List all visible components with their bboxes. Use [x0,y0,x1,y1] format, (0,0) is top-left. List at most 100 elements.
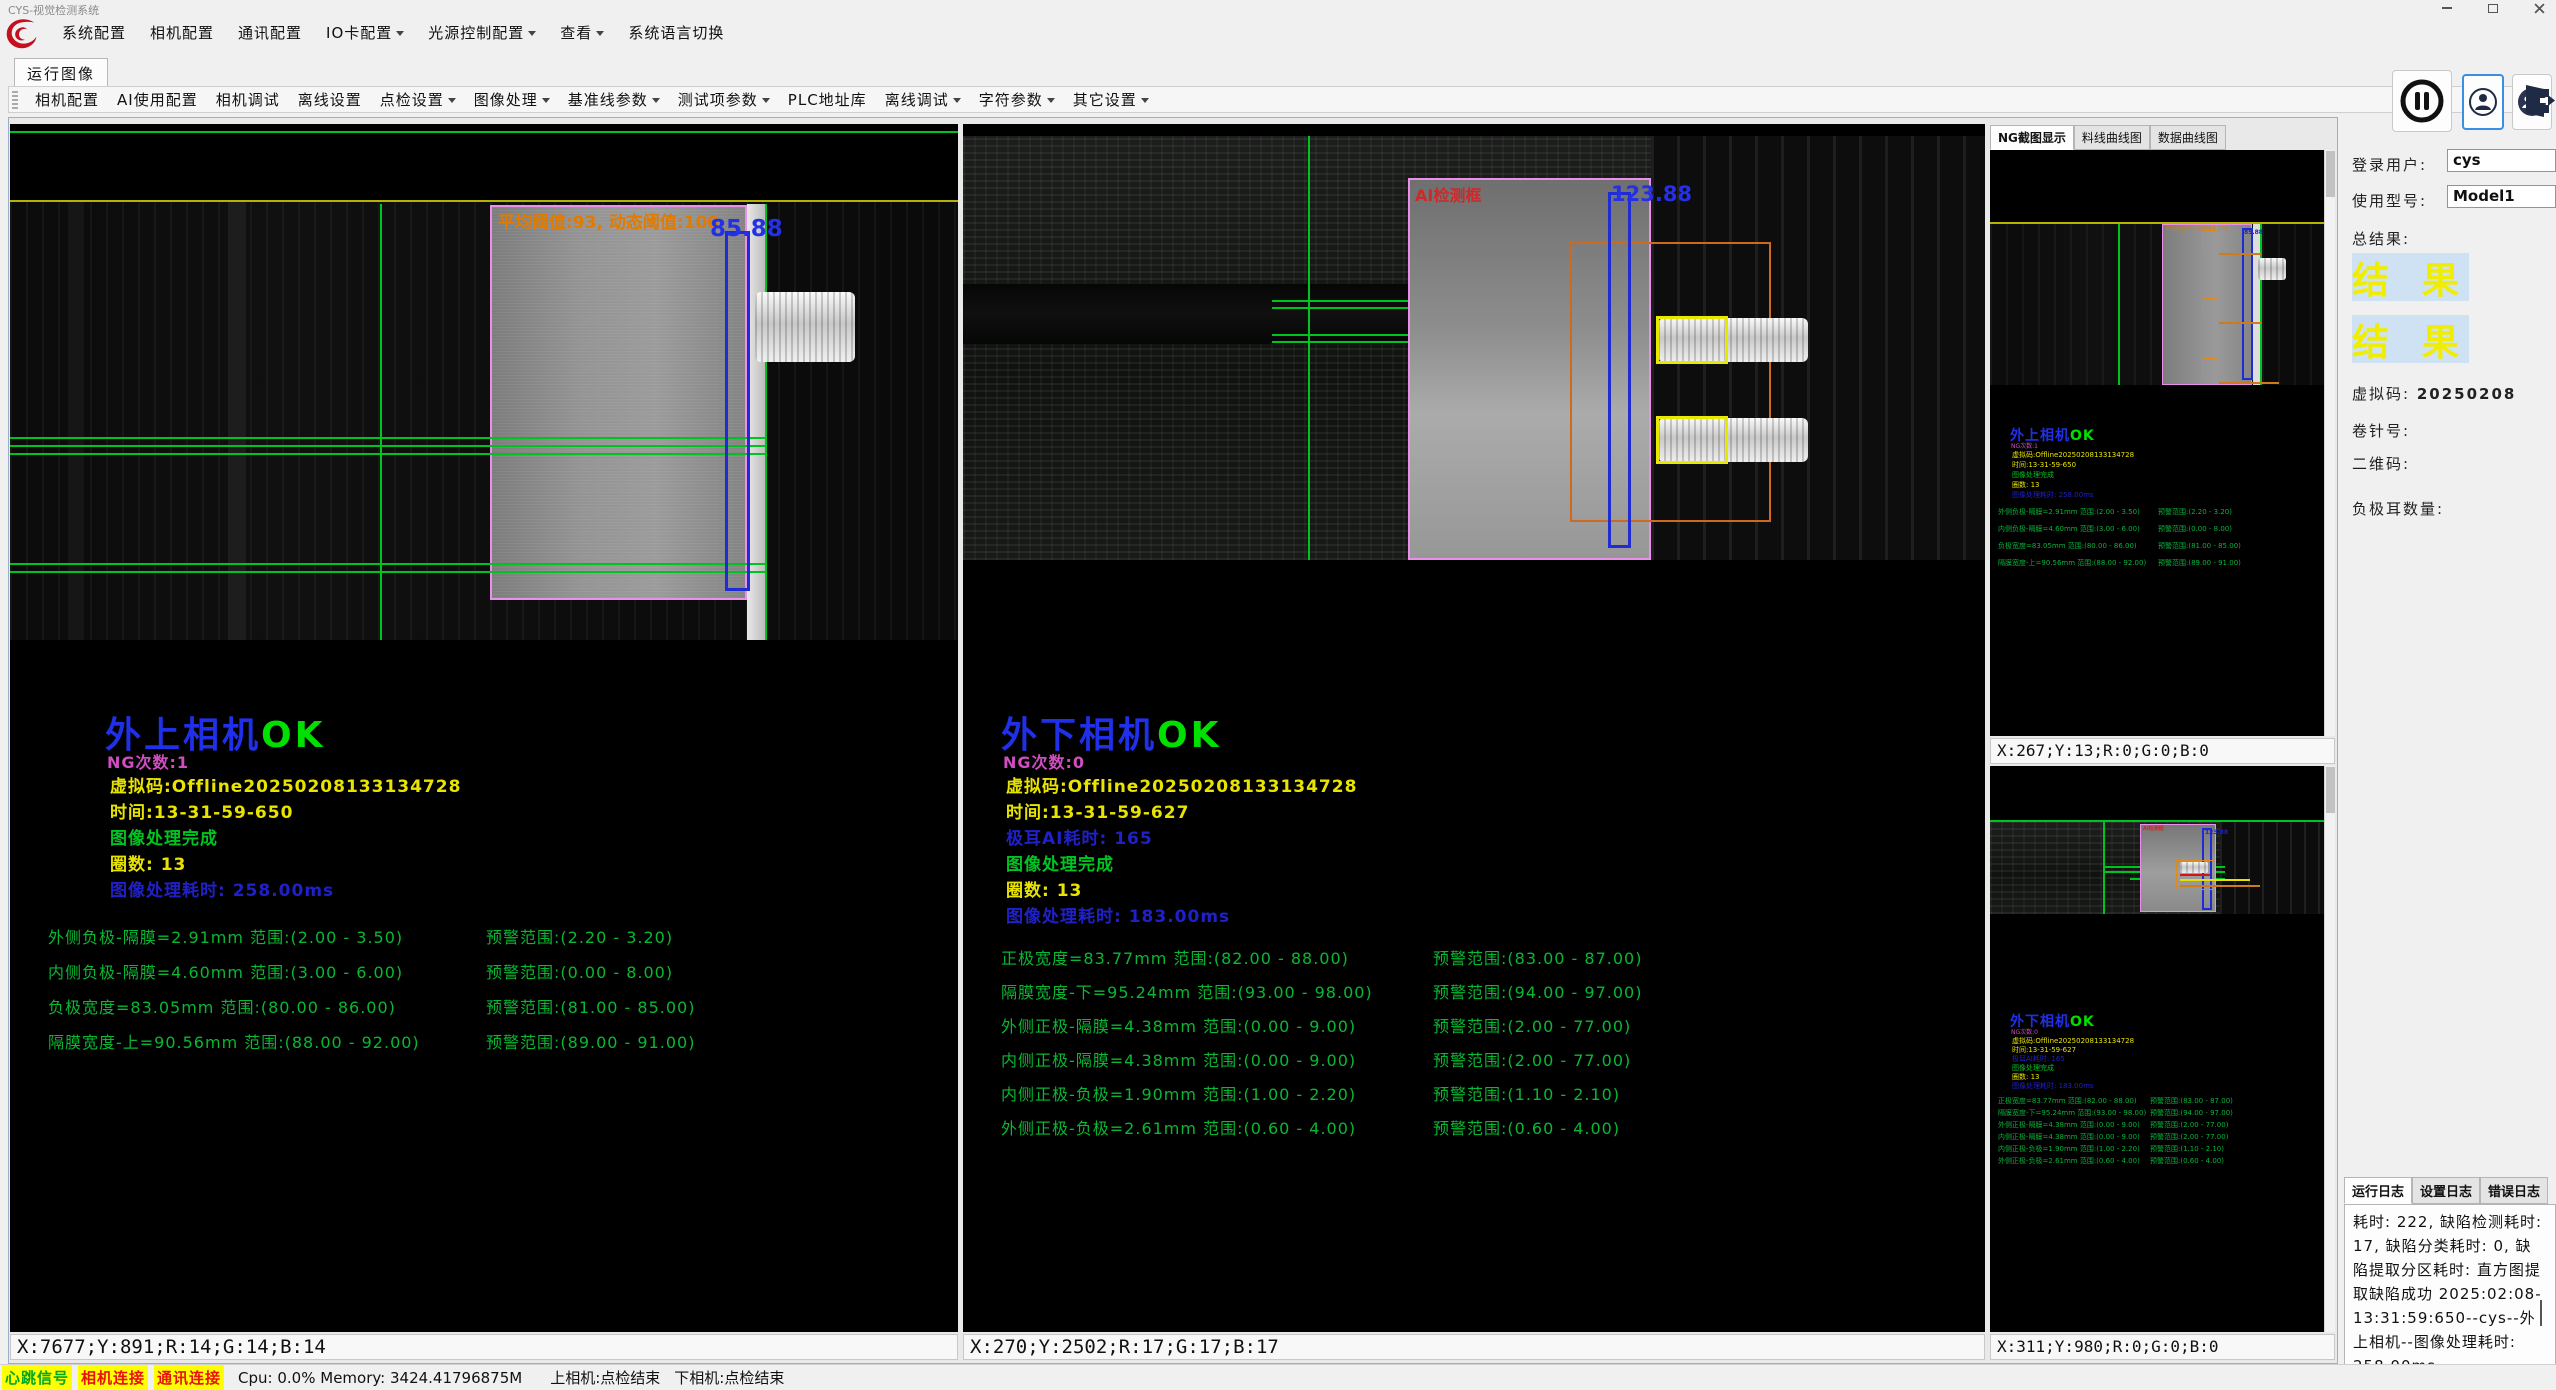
menu-item-system-config[interactable]: 系统配置 [52,18,136,47]
virtual-code-label: 虚拟码: 20250208 [2352,383,2516,404]
login-user-field[interactable]: cys [2447,149,2556,172]
log-tab-settings[interactable]: 设置日志 [2412,1177,2480,1204]
toolbar-item-baseline-params[interactable]: 基准线参数 [559,87,669,112]
log-text-area[interactable]: 耗时: 222, 缺陷检测耗时: 17, 缺陷分类耗时: 0, 缺陷提取分区耗时… [2344,1204,2556,1386]
toolbar-item-offline-settings[interactable]: 离线设置 [289,87,371,112]
menu-item-view[interactable]: 查看 [550,18,614,47]
measure-hline [10,445,766,447]
pause-button[interactable] [2392,70,2452,132]
qr-code-label: 二维码: [2352,453,2410,474]
measure-hline [10,571,766,573]
camera-top-view[interactable]: 平均阈值:93, 动态阈值:100 85.88 外上相机OK NG次数:1 虚拟… [10,124,958,1332]
process-done-line: 图像处理完成 [1006,850,1114,875]
ng-count: NG次数:1 [107,749,189,773]
close-icon [2534,3,2545,14]
image-column-shade [68,202,84,640]
measurement-warn: 预警范围:(2.00 - 77.00) [1433,1047,1631,1071]
toolbar-item-other-settings[interactable]: 其它设置 [1064,87,1158,112]
model-label: 使用型号: [2352,190,2427,211]
title-bar: CYS-视觉检测系统 [0,0,2556,16]
preview-bottom-panel[interactable]: AI检测框 123.88 外下相机OK NG次数:0 虚拟码:Offline20… [1990,766,2335,1332]
toolbar-item-test-item-params[interactable]: 测试项参数 [669,87,779,112]
toolbar-item-offline-debug[interactable]: 离线调试 [876,87,970,112]
toolbar-item-plc-address-lib[interactable]: PLC地址库 [779,87,876,112]
toolbar-item-ai-usage-config[interactable]: AI使用配置 [108,87,207,112]
toolbar-item-camera-debug[interactable]: 相机调试 [207,87,289,112]
toolbar-item-camera-config[interactable]: 相机配置 [26,87,108,112]
tab-run-image[interactable]: 运行图像 [14,58,108,87]
mini-measurement: 预警范围:(2.20 - 3.20) [2158,507,2232,517]
logout-button[interactable] [2522,70,2556,132]
mini-line-done: 图像处理完成 [2012,470,2054,480]
user-button[interactable] [2462,74,2504,130]
mini-measurement: 内侧正极-隔膜=4.38mm 范围:(0.00 - 9.00) [1998,1132,2140,1142]
toolbar-item-label: 其它设置 [1073,91,1137,109]
menu-item-comm-config[interactable]: 通讯配置 [228,18,312,47]
chevron-down-icon [953,98,961,103]
mini-camera-result: OK [2070,428,2095,444]
toolbar-item-spot-check-settings[interactable]: 点检设置 [371,87,465,112]
virtual-code-line: 虚拟码:Offline20250208133134728 [110,772,461,797]
mini-line-cost: 图像处理耗时: 183.00ms [2012,1081,2094,1091]
menu-item-label: IO卡配置 [326,24,392,42]
separator-strip [490,205,747,600]
maximize-button[interactable] [2482,1,2504,15]
mini-electrode-tab [2258,258,2286,280]
measurement-text: 外侧正极-负极=2.61mm 范围:(0.60 - 4.00) [1001,1115,1356,1139]
preview-tab-ng-screenshot[interactable]: NG截图显示 [1990,125,2074,150]
measurement-text: 外侧正极-隔膜=4.38mm 范围:(0.00 - 9.00) [1001,1013,1356,1037]
chevron-down-icon [1047,98,1055,103]
mini-line-cost: 图像处理耗时: 258.00ms [2012,490,2094,500]
toolbar-item-char-params[interactable]: 字符参数 [970,87,1064,112]
cpu-memory-status: Cpu: 0.0% Memory: 3424.41796875M [238,1369,522,1387]
menu-items: 系统配置 相机配置 通讯配置 IO卡配置 光源控制配置 查看 系统语言切换 [52,18,734,47]
tab-detect-box [1656,316,1728,364]
close-button[interactable] [2528,1,2550,15]
toolbar-item-image-processing[interactable]: 图像处理 [465,87,559,112]
menu-item-camera-config[interactable]: 相机配置 [140,18,224,47]
model-field[interactable]: Model1 [2447,185,2556,208]
menu-item-language-switch[interactable]: 系统语言切换 [618,18,734,47]
measurement-text: 内侧正极-隔膜=4.38mm 范围:(0.00 - 9.00) [1001,1047,1356,1071]
toolbar: 相机配置 AI使用配置 相机调试 离线设置 点检设置 图像处理 基准线参数 测试… [8,86,2548,113]
user-icon [2467,86,2499,118]
measurement-text: 外侧负极-隔膜=2.91mm 范围:(2.00 - 3.50) [48,924,403,948]
menu-item-io-card-config[interactable]: IO卡配置 [316,18,414,47]
preview-scrollbar[interactable] [2324,150,2335,736]
detect-region-box [725,231,750,591]
measurement-text: 隔膜宽度-下=95.24mm 范围:(93.00 - 98.00) [1001,979,1373,1003]
edge-vline [1308,136,1310,560]
mini-line-code: 虚拟码:Offline20250208133134728 [2012,450,2134,460]
menu-item-light-control-config[interactable]: 光源控制配置 [418,18,546,47]
camera-bottom-view[interactable]: AI检测框 123.88 外下相机OK NG次数:0 虚拟码:Offline20… [963,124,1985,1332]
preview-bottom-coord: X:311;Y:980;R:0;G:0;B:0 [1990,1334,2335,1360]
measure-hline [10,437,766,439]
log-scrollbar-thumb[interactable] [2540,1300,2542,1326]
mini-measurement: 外侧正极-隔膜=4.38mm 范围:(0.00 - 9.00) [1998,1120,2140,1130]
log-tab-error[interactable]: 错误日志 [2480,1177,2548,1204]
preview-tab-line-curve[interactable]: 料线曲线图 [2074,125,2150,150]
chevron-down-icon [1141,98,1149,103]
log-tab-run[interactable]: 运行日志 [2344,1177,2412,1204]
camera-result: OK [261,715,326,756]
scrollbar-thumb[interactable] [2326,767,2335,813]
measure-hline [10,453,766,455]
preview-tab-data-curve[interactable]: 数据曲线图 [2150,125,2226,150]
scrollbar-thumb[interactable] [2326,151,2335,197]
preview-scrollbar[interactable] [2324,766,2335,1332]
time-line: 时间:13-31-59-650 [110,798,293,823]
mini-red-line [2180,874,2210,876]
mini-ng-count: NG次数:1 [2011,441,2038,450]
preview-top-panel[interactable]: 平均阈值:93, 动态阈值:100 85.88 外上相机OK NG次数:1 虚拟… [1990,150,2335,736]
virtual-code-line: 虚拟码:Offline20250208133134728 [1006,772,1357,797]
negative-tab-count-label: 负极耳数量: [2352,498,2444,519]
mini-measurement: 预警范围:(2.00 - 77.00) [2150,1132,2228,1142]
mini-measurement: 内侧负极-隔膜=4.60mm 范围:(3.00 - 6.00) [1998,524,2140,534]
chevron-down-icon [396,31,404,36]
chevron-down-icon [762,98,770,103]
mini-measurement: 内侧正极-负极=1.90mm 范围:(1.00 - 2.20) [1998,1144,2140,1154]
minimize-button[interactable] [2436,1,2458,15]
mini-camera-result: OK [2070,1014,2095,1030]
edge-vline [380,204,382,640]
toolbar-item-label: 离线调试 [885,91,949,109]
